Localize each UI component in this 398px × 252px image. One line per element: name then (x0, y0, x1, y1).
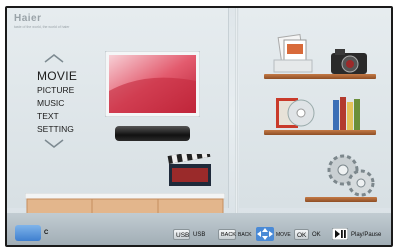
usb-key[interactable]: USB (173, 229, 190, 240)
media-center-screen: Haier taste of the world, the world of h… (5, 6, 393, 247)
back-key[interactable]: BACK (218, 229, 236, 240)
move-hint-label: MOVE (276, 232, 291, 238)
usb-hint-label: USB (193, 232, 206, 238)
menu-item-setting[interactable]: SETTING (37, 123, 77, 136)
document-stack-icon (273, 34, 313, 73)
books-icon (333, 97, 360, 130)
brand-logo: Haier (14, 13, 42, 24)
menu-item-music[interactable]: MUSIC (37, 97, 77, 110)
wall-divider (235, 8, 238, 213)
input-source-label: C (44, 230, 49, 236)
shelf-top (264, 74, 376, 79)
chevron-down-icon[interactable] (43, 139, 65, 149)
soundbar-icon (115, 126, 190, 141)
move-arrows-icon[interactable] (256, 227, 274, 241)
input-source-icon[interactable] (15, 225, 41, 241)
camera-icon (331, 49, 367, 74)
ok-hint-label: OK (312, 232, 321, 238)
disc-icon (276, 98, 315, 128)
clapperboard-icon (167, 154, 211, 186)
tv-icon (105, 51, 200, 117)
menu-item-text[interactable]: TEXT (37, 110, 77, 123)
gears-icon (327, 154, 375, 197)
shelf-bottom (305, 197, 377, 202)
menu-item-picture[interactable]: PICTURE (37, 84, 77, 97)
ok-key[interactable]: OK (294, 229, 309, 240)
play-pause-icon[interactable] (332, 228, 348, 240)
brand-tagline: taste of the world, the world of haier (14, 25, 70, 29)
back-hint-label: BACK (238, 232, 252, 238)
play-pause-hint-label: Play/Pause (351, 232, 382, 238)
menu-item-movie[interactable]: MOVIE (37, 68, 77, 84)
main-menu: MOVIE PICTURE MUSIC TEXT SETTING (37, 50, 77, 154)
shelf-middle (264, 130, 376, 135)
chevron-up-icon[interactable] (43, 53, 65, 63)
